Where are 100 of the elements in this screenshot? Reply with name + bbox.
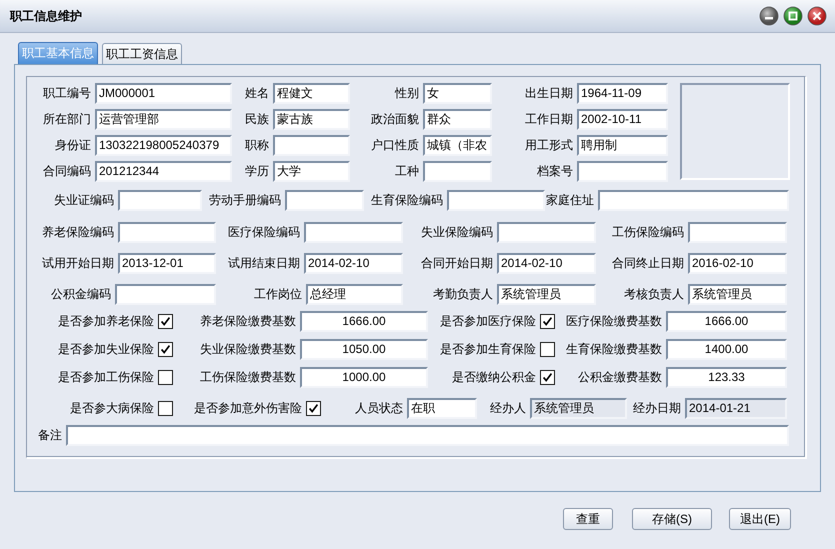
field-label: 备注 — [37, 427, 62, 444]
input-field[interactable] — [688, 222, 787, 243]
checkbox[interactable] — [540, 314, 555, 329]
input-field[interactable] — [577, 161, 668, 182]
field-label: 工种 — [394, 163, 419, 180]
input-field[interactable] — [66, 425, 789, 446]
field-label: 是否缴纳公积金 — [451, 369, 536, 386]
checkbox[interactable] — [540, 342, 555, 357]
input-field[interactable]: 1666.00 — [300, 311, 428, 332]
input-field[interactable] — [447, 190, 545, 211]
field-label: 公积金编码 — [50, 286, 111, 303]
input-field[interactable]: 系统管理员 — [688, 284, 787, 305]
field-label: 工伤保险缴费基数 — [199, 369, 296, 386]
field-label: 是否参加失业保险 — [57, 341, 154, 358]
input-field[interactable] — [423, 161, 492, 182]
input-field[interactable]: 总经理 — [306, 284, 403, 305]
field-label: 工伤保险编码 — [611, 224, 684, 241]
field-label: 公积金缴费基数 — [577, 369, 662, 386]
checkbox[interactable] — [306, 401, 321, 416]
input-field[interactable]: 130322198005240379 — [95, 135, 232, 156]
field-label: 姓名 — [244, 85, 269, 102]
field-label: 试用结束日期 — [227, 255, 300, 272]
input-field[interactable]: 系统管理员 — [497, 284, 596, 305]
field-label: 失业证编码 — [53, 192, 114, 209]
field-label: 工作日期 — [524, 111, 573, 128]
input-field[interactable]: 2014-02-10 — [304, 253, 403, 274]
input-field[interactable] — [598, 190, 789, 211]
input-field[interactable]: 在职 — [407, 398, 477, 419]
input-field[interactable]: 运营管理部 — [95, 109, 232, 130]
action-button[interactable]: 查重 — [563, 508, 613, 530]
field-label: 生育保险缴费基数 — [565, 341, 662, 358]
input-field[interactable]: 2016-02-10 — [688, 253, 787, 274]
input-field[interactable]: 1666.00 — [666, 311, 787, 332]
field-label: 经办人 — [489, 400, 526, 417]
checkbox[interactable] — [158, 314, 173, 329]
maximize-button[interactable] — [783, 6, 803, 26]
input-field[interactable]: 大学 — [273, 161, 350, 182]
tab[interactable]: 职工工资信息 — [102, 43, 182, 64]
input-field[interactable] — [118, 222, 216, 243]
action-button[interactable]: 存储(S) — [632, 508, 712, 530]
close-button[interactable] — [807, 6, 827, 26]
field-label: 失业保险编码 — [420, 224, 493, 241]
field-label: 性别 — [394, 85, 419, 102]
input-field[interactable]: 城镇（非农 — [423, 135, 492, 156]
input-field[interactable]: 2013-12-01 — [118, 253, 216, 274]
window-title: 职工信息维护 — [10, 8, 83, 24]
input-field[interactable]: 群众 — [423, 109, 492, 130]
field-label: 民族 — [244, 111, 269, 128]
checkbox[interactable] — [158, 370, 173, 385]
field-label: 是否参加医疗保险 — [439, 313, 536, 330]
field-label: 出生日期 — [524, 85, 573, 102]
field-label: 考核负责人 — [623, 286, 684, 303]
field-label: 所在部门 — [42, 111, 91, 128]
input-field[interactable]: 201212344 — [95, 161, 232, 182]
input-field[interactable] — [497, 222, 596, 243]
input-field[interactable]: 聘用制 — [577, 135, 668, 156]
field-label: 医疗保险编码 — [227, 224, 300, 241]
field-label: 养老保险编码 — [41, 224, 114, 241]
field-label: 工作岗位 — [253, 286, 302, 303]
input-field[interactable] — [118, 190, 202, 211]
input-field[interactable]: 程健文 — [273, 83, 350, 104]
input-field[interactable]: 1000.00 — [300, 367, 428, 388]
field-label: 是否参加养老保险 — [57, 313, 154, 330]
checkbox[interactable] — [158, 342, 173, 357]
field-label: 经办日期 — [632, 400, 681, 417]
field-label: 人员状态 — [354, 400, 403, 417]
field-label: 合同编码 — [42, 163, 91, 180]
field-label: 用工形式 — [524, 137, 573, 154]
input-field[interactable] — [285, 190, 364, 211]
field-label: 合同终止日期 — [611, 255, 684, 272]
input-field[interactable]: 2002-10-11 — [577, 109, 668, 130]
input-field[interactable]: JM000001 — [95, 83, 232, 104]
input-field[interactable]: 1964-11-09 — [577, 83, 668, 104]
field-label: 试用开始日期 — [41, 255, 114, 272]
input-field[interactable]: 蒙古族 — [273, 109, 350, 130]
input-field[interactable] — [273, 135, 350, 156]
checkbox[interactable] — [158, 401, 173, 416]
input-field[interactable]: 1400.00 — [666, 339, 787, 360]
field-label: 户口性质 — [370, 137, 419, 154]
field-label: 学历 — [244, 163, 269, 180]
minimize-button[interactable] — [759, 6, 779, 26]
input-field[interactable]: 2014-02-10 — [497, 253, 596, 274]
checkbox[interactable] — [540, 370, 555, 385]
field-label: 家庭住址 — [546, 192, 594, 209]
input-field[interactable]: 123.33 — [666, 367, 787, 388]
field-label: 是否参加意外伤害险 — [193, 400, 302, 417]
action-button[interactable]: 退出(E) — [729, 508, 791, 530]
field-label: 劳动手册编码 — [208, 192, 281, 209]
field-label: 政治面貌 — [370, 111, 419, 128]
field-label: 生育保险编码 — [370, 192, 443, 209]
field-label: 是否参大病保险 — [69, 400, 154, 417]
field-label: 身份证 — [54, 137, 91, 154]
input-field[interactable] — [304, 222, 403, 243]
field-label: 养老保险缴费基数 — [199, 313, 296, 330]
input-field[interactable] — [115, 284, 216, 305]
field-label: 档案号 — [536, 163, 573, 180]
field-label: 考勤负责人 — [432, 286, 493, 303]
input-field[interactable]: 女 — [423, 83, 492, 104]
input-field[interactable]: 1050.00 — [300, 339, 428, 360]
field-label: 医疗保险缴费基数 — [565, 313, 662, 330]
